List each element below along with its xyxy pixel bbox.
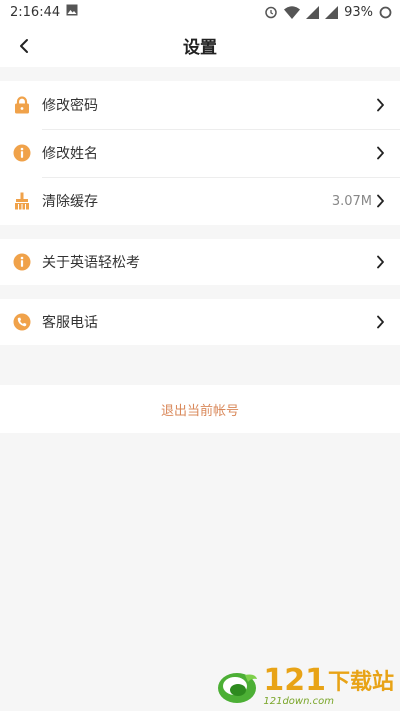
- watermark-title: 下载站: [327, 670, 394, 695]
- about-app-row[interactable]: 关于英语轻松考: [0, 239, 400, 285]
- battery-icon: [379, 6, 392, 19]
- battery-text: 93%: [344, 4, 373, 20]
- change-password-label: 修改密码: [42, 98, 98, 114]
- change-name-label: 修改姓名: [42, 146, 98, 162]
- info-icon: [12, 143, 32, 163]
- chevron-right-icon: [374, 315, 386, 329]
- back-button[interactable]: [8, 24, 40, 67]
- alarm-icon: [264, 5, 278, 19]
- customer-service-label: 客服电话: [42, 315, 98, 331]
- about-group: 关于英语轻松考: [0, 239, 400, 285]
- page-title: 设置: [183, 38, 217, 58]
- support-group: 客服电话: [0, 299, 400, 345]
- customer-service-row[interactable]: 客服电话: [0, 299, 400, 345]
- cache-size-value: 3.07M: [331, 193, 372, 209]
- status-bar: 2:16:44 93%: [0, 0, 400, 24]
- status-time: 2:16:44: [10, 4, 61, 20]
- signal-icon-2: [325, 5, 339, 19]
- logout-button[interactable]: 退出当前帐号: [0, 385, 400, 433]
- signal-icon: [306, 5, 320, 19]
- watermark: 121 下载站 121down.com: [215, 666, 394, 707]
- wifi-icon: [284, 5, 301, 19]
- watermark-number: 121: [263, 663, 326, 698]
- lock-icon: [12, 95, 32, 115]
- chevron-right-icon: [374, 98, 386, 112]
- change-name-row[interactable]: 修改姓名: [0, 129, 400, 177]
- change-password-row[interactable]: 修改密码: [0, 81, 400, 129]
- about-app-label: 关于英语轻松考: [42, 255, 140, 271]
- chevron-left-icon: [20, 38, 28, 53]
- chevron-right-icon: [374, 255, 386, 269]
- clear-cache-row[interactable]: 清除缓存 3.07M: [0, 177, 400, 225]
- watermark-site: 121down.com: [263, 696, 334, 707]
- broom-icon: [12, 191, 32, 211]
- clear-cache-label: 清除缓存: [42, 194, 98, 210]
- info-icon: [12, 252, 32, 272]
- chevron-right-icon: [374, 146, 386, 160]
- gallery-icon: [66, 4, 78, 20]
- account-settings-group: 修改密码 修改姓名 清除缓存 3.07M: [0, 81, 400, 225]
- title-bar: 设置: [0, 24, 400, 67]
- watermark-logo-icon: [218, 672, 258, 703]
- chevron-right-icon: [374, 194, 386, 208]
- phone-icon: [12, 312, 32, 332]
